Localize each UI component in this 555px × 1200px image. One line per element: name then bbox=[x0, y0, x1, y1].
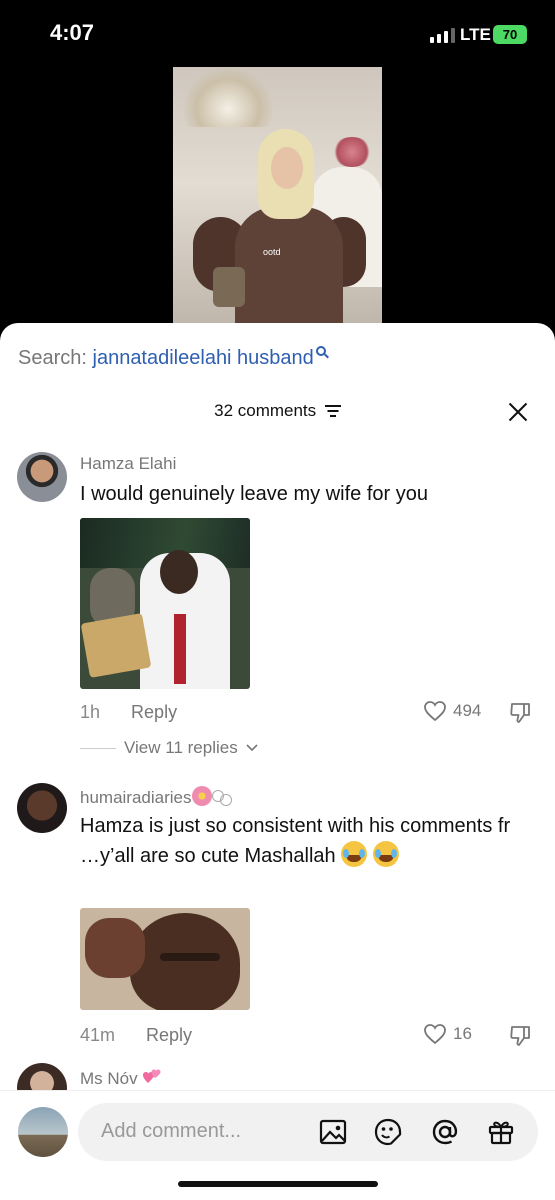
comment-author: humairadiaries bbox=[80, 788, 192, 807]
comment-text: I would genuinely leave my wife for you bbox=[80, 483, 428, 505]
comment-time: 41m bbox=[80, 1025, 116, 1045]
laughing-emoji-icon bbox=[372, 841, 399, 867]
like-count: 494 bbox=[453, 701, 482, 720]
avatar[interactable] bbox=[18, 1107, 68, 1157]
sticker-icon[interactable] bbox=[373, 1117, 403, 1147]
flower-emoji-icon bbox=[191, 786, 212, 806]
heart-icon bbox=[424, 1024, 446, 1045]
dislike-icon[interactable] bbox=[508, 701, 532, 725]
comment-author: Ms Nóv bbox=[80, 1069, 138, 1088]
image-icon[interactable] bbox=[318, 1117, 348, 1147]
reply-button[interactable]: Reply bbox=[131, 702, 177, 722]
status-bar: 4:07 LTE 70 bbox=[0, 0, 555, 70]
comments-count-row[interactable]: 32 comments bbox=[0, 401, 555, 421]
search-label: Search: bbox=[18, 347, 87, 369]
comment-gif[interactable] bbox=[80, 908, 250, 1010]
comment-author[interactable]: Hamza Elahi bbox=[80, 454, 176, 474]
comment-gif[interactable] bbox=[80, 518, 250, 689]
comment-meta: 41m Reply bbox=[80, 1025, 192, 1046]
rings-emoji-icon bbox=[211, 788, 232, 806]
mention-icon[interactable] bbox=[430, 1117, 460, 1147]
laughing-emoji-icon bbox=[341, 841, 368, 867]
close-icon[interactable] bbox=[507, 401, 529, 423]
search-query[interactable]: jannatadileelahi husband bbox=[93, 347, 314, 369]
comments-count: 32 comments bbox=[214, 401, 317, 420]
comment-author-row[interactable]: humairadiaries bbox=[80, 786, 232, 808]
chevron-down-icon bbox=[246, 744, 258, 752]
filter-icon[interactable] bbox=[324, 405, 341, 417]
comment-text: Hamza is just so consistent with his com… bbox=[80, 815, 511, 867]
avatar[interactable] bbox=[17, 783, 67, 833]
network-label: LTE bbox=[460, 25, 491, 44]
gift-icon[interactable] bbox=[486, 1117, 516, 1147]
status-time: 4:07 bbox=[50, 20, 95, 45]
chandelier bbox=[183, 67, 273, 127]
comment-meta: 1h Reply bbox=[80, 702, 177, 723]
search-suggestion[interactable]: Search: jannatadileelahi husband bbox=[18, 346, 326, 370]
home-indicator bbox=[178, 1181, 378, 1187]
comment-input-placeholder: Add comment... bbox=[101, 1120, 242, 1142]
signal-icon bbox=[430, 28, 455, 43]
comment-author-row[interactable]: Ms Nóv bbox=[80, 1067, 162, 1089]
like-count: 16 bbox=[453, 1024, 472, 1043]
like-button[interactable]: 494 bbox=[423, 700, 481, 722]
video-overlay-text: ootd bbox=[263, 247, 281, 257]
video-thumbnail[interactable]: ootd bbox=[173, 67, 382, 327]
reply-button[interactable]: Reply bbox=[146, 1025, 192, 1045]
comment-text-block: Hamza is just so consistent with his com… bbox=[80, 811, 535, 871]
like-button[interactable]: 16 bbox=[423, 1023, 472, 1045]
comment-input[interactable]: Add comment... bbox=[78, 1103, 538, 1161]
view-replies-label: View 11 replies bbox=[124, 738, 238, 757]
heart-icon bbox=[424, 701, 446, 722]
hearts-emoji-icon bbox=[143, 1069, 161, 1083]
search-icon bbox=[315, 346, 326, 356]
view-replies-button[interactable]: View 11 replies bbox=[80, 738, 258, 758]
comment-time: 1h bbox=[80, 702, 101, 722]
dislike-icon[interactable] bbox=[508, 1024, 532, 1048]
avatar[interactable] bbox=[17, 452, 67, 502]
comments-sheet: Search: jannatadileelahi husband 32 comm… bbox=[0, 323, 555, 1200]
battery-icon: 70 bbox=[493, 25, 527, 44]
